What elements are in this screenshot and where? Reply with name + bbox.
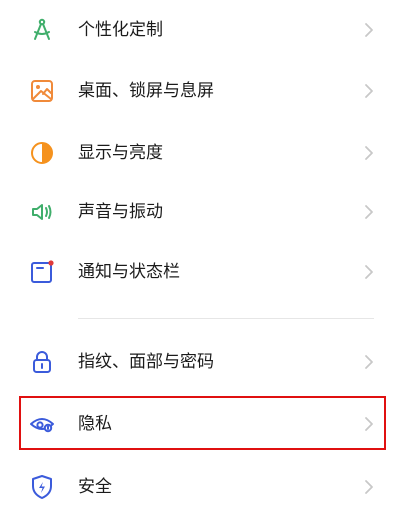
settings-list: 个性化定制 桌面、锁屏与息屏 显示与亮度 声音与振动 通知与状态栏 指纹、面部与… — [0, 0, 398, 504]
settings-item-label: 显示与亮度 — [78, 143, 163, 163]
chevron-right-icon — [362, 145, 376, 161]
compass-drafting-icon — [28, 16, 56, 44]
wallpaper-icon — [28, 77, 56, 105]
settings-item-label: 个性化定制 — [78, 20, 163, 40]
settings-item-sound-vibration[interactable]: 声音与振动 — [0, 183, 398, 241]
settings-item-personalization[interactable]: 个性化定制 — [0, 1, 398, 59]
chevron-right-icon — [362, 83, 376, 99]
settings-item-security[interactable]: 安全 — [0, 458, 398, 516]
settings-item-notification-statusbar[interactable]: 通知与状态栏 — [0, 243, 398, 301]
settings-item-label: 指纹、面部与密码 — [78, 352, 214, 372]
settings-item-label: 声音与振动 — [78, 202, 163, 222]
settings-item-display-brightness[interactable]: 显示与亮度 — [0, 124, 398, 182]
chevron-right-icon — [362, 354, 376, 370]
chevron-right-icon — [362, 416, 376, 432]
chevron-right-icon — [362, 204, 376, 220]
chevron-right-icon — [362, 264, 376, 280]
chevron-right-icon — [362, 479, 376, 495]
lock-icon — [28, 348, 56, 376]
privacy-eye-icon — [28, 410, 56, 438]
notification-icon — [28, 258, 56, 286]
settings-item-desktop-lockscreen[interactable]: 桌面、锁屏与息屏 — [0, 62, 398, 120]
chevron-right-icon — [362, 22, 376, 38]
speaker-vibrate-icon — [28, 198, 56, 226]
section-divider — [78, 318, 374, 319]
settings-item-label: 隐私 — [78, 414, 112, 434]
shield-icon — [28, 473, 56, 501]
settings-item-label: 通知与状态栏 — [78, 262, 180, 282]
settings-item-label: 桌面、锁屏与息屏 — [78, 81, 214, 101]
brightness-icon — [28, 139, 56, 167]
settings-item-privacy[interactable]: 隐私 — [0, 395, 398, 453]
settings-item-fingerprint-face-password[interactable]: 指纹、面部与密码 — [0, 333, 398, 391]
settings-item-label: 安全 — [78, 477, 112, 497]
